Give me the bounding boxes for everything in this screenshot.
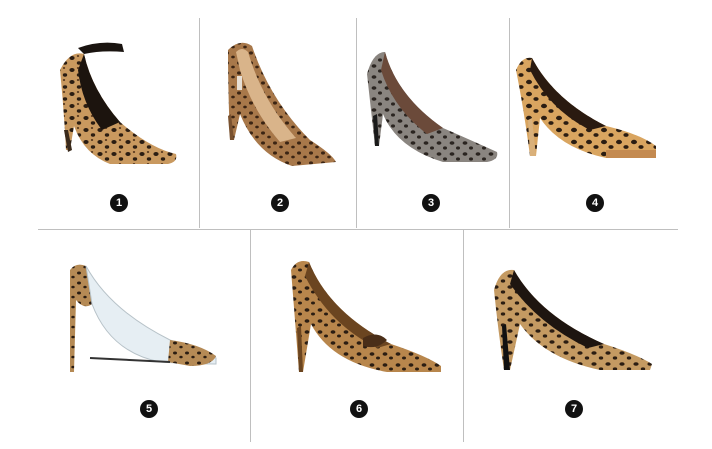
product-card[interactable]: 1 [40,30,198,220]
product-card[interactable]: 2 [200,30,356,220]
product-grid: 1 2 3 4 5 6 7 [0,0,712,449]
leopard-platform-pump-image [516,57,656,158]
product-number-badge: 2 [271,194,289,212]
product-number-badge: 5 [140,400,158,418]
product-number-badge: 6 [350,400,368,418]
product-number-badge: 4 [586,194,604,212]
leopard-ankle-strap-pump-image [60,42,177,164]
clear-leopard-pump-image [70,264,217,372]
product-card[interactable]: 4 [510,30,670,220]
leopard-bow-pump-image [291,261,441,372]
product-card[interactable]: 6 [251,240,463,435]
product-card[interactable]: 3 [357,30,509,220]
product-number-badge: 3 [422,194,440,212]
product-number-badge: 1 [110,194,128,212]
divider-horizontal [38,229,678,230]
product-number-badge: 7 [565,400,583,418]
product-card[interactable]: 5 [40,240,250,435]
leopard-black-heel-pump-image [494,269,652,370]
grey-leopard-pump-image [367,52,498,162]
product-card[interactable]: 7 [464,240,674,435]
leopard-stiletto-pump-image [228,42,336,166]
